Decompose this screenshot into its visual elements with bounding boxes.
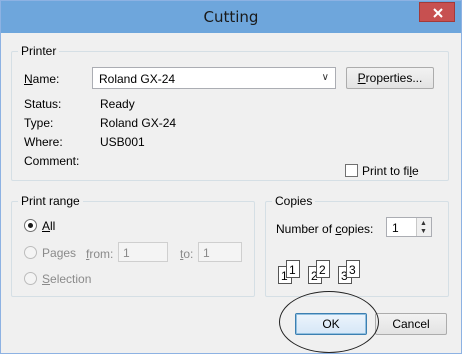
print-range-group: Print range All Pages from: 1 to: 1 Sele… [11, 194, 255, 297]
printer-name-select[interactable]: Roland GX-24 ∨ [92, 67, 336, 89]
number-of-copies-label: Number of copies: [276, 222, 374, 236]
print-to-file-label[interactable]: Print to file [362, 164, 419, 178]
properties-button[interactable]: Properties... [346, 67, 434, 89]
printer-name-value: Roland GX-24 [99, 72, 176, 86]
collate-page: 3 [346, 260, 360, 278]
to-label: to: [180, 247, 194, 261]
copies-spinner[interactable]: 1 ▲ ▼ [386, 217, 432, 237]
title-bar[interactable]: Cutting [1, 1, 461, 33]
copies-legend: Copies [272, 194, 316, 208]
ok-button[interactable]: OK [295, 313, 367, 335]
all-radio[interactable] [24, 219, 37, 232]
to-input[interactable]: 1 [198, 242, 242, 262]
type-label: Type: [24, 116, 54, 130]
where-label: Where: [24, 135, 63, 149]
print-range-legend: Print range [18, 194, 83, 208]
all-label[interactable]: All [42, 219, 55, 233]
spin-up-icon[interactable]: ▲ [420, 220, 427, 227]
spinner-arrows[interactable]: ▲ ▼ [416, 218, 431, 236]
chevron-down-icon: ∨ [321, 72, 329, 83]
cancel-button[interactable]: Cancel [375, 313, 447, 335]
printer-group: Printer Name: Roland GX-24 ∨ Properties.… [11, 44, 449, 181]
printer-legend: Printer [18, 44, 60, 58]
close-button[interactable] [419, 2, 455, 22]
where-value: USB001 [100, 135, 145, 149]
dialog-body: Printer Name: Roland GX-24 ∨ Properties.… [9, 33, 453, 347]
status-value: Ready [100, 97, 135, 111]
name-label: Name: [24, 72, 60, 86]
close-icon [433, 8, 443, 18]
selection-label[interactable]: Selection [42, 272, 91, 286]
cutting-dialog: Cutting Printer Name: Roland GX-24 ∨ Pro… [0, 0, 462, 354]
copies-group: Copies Number of copies: 1 ▲ ▼ 1 1 2 2 3… [265, 194, 449, 297]
pages-radio[interactable] [24, 246, 37, 259]
copies-value: 1 [392, 221, 399, 235]
from-value: 1 [123, 246, 130, 260]
comment-label: Comment: [24, 154, 80, 168]
collate-page: 2 [316, 260, 330, 278]
status-label: Status: [24, 97, 62, 111]
from-label: from: [86, 247, 114, 261]
pages-label[interactable]: Pages [42, 246, 76, 260]
collate-page: 1 [286, 260, 300, 278]
type-value: Roland GX-24 [100, 116, 177, 130]
print-to-file-checkbox[interactable] [345, 164, 358, 177]
collate-illustration: 1 1 2 2 3 3 [278, 258, 388, 284]
window-title: Cutting [203, 8, 259, 26]
from-input[interactable]: 1 [118, 242, 168, 262]
to-value: 1 [203, 246, 210, 260]
selection-radio[interactable] [24, 272, 37, 285]
spin-down-icon[interactable]: ▼ [420, 228, 427, 235]
